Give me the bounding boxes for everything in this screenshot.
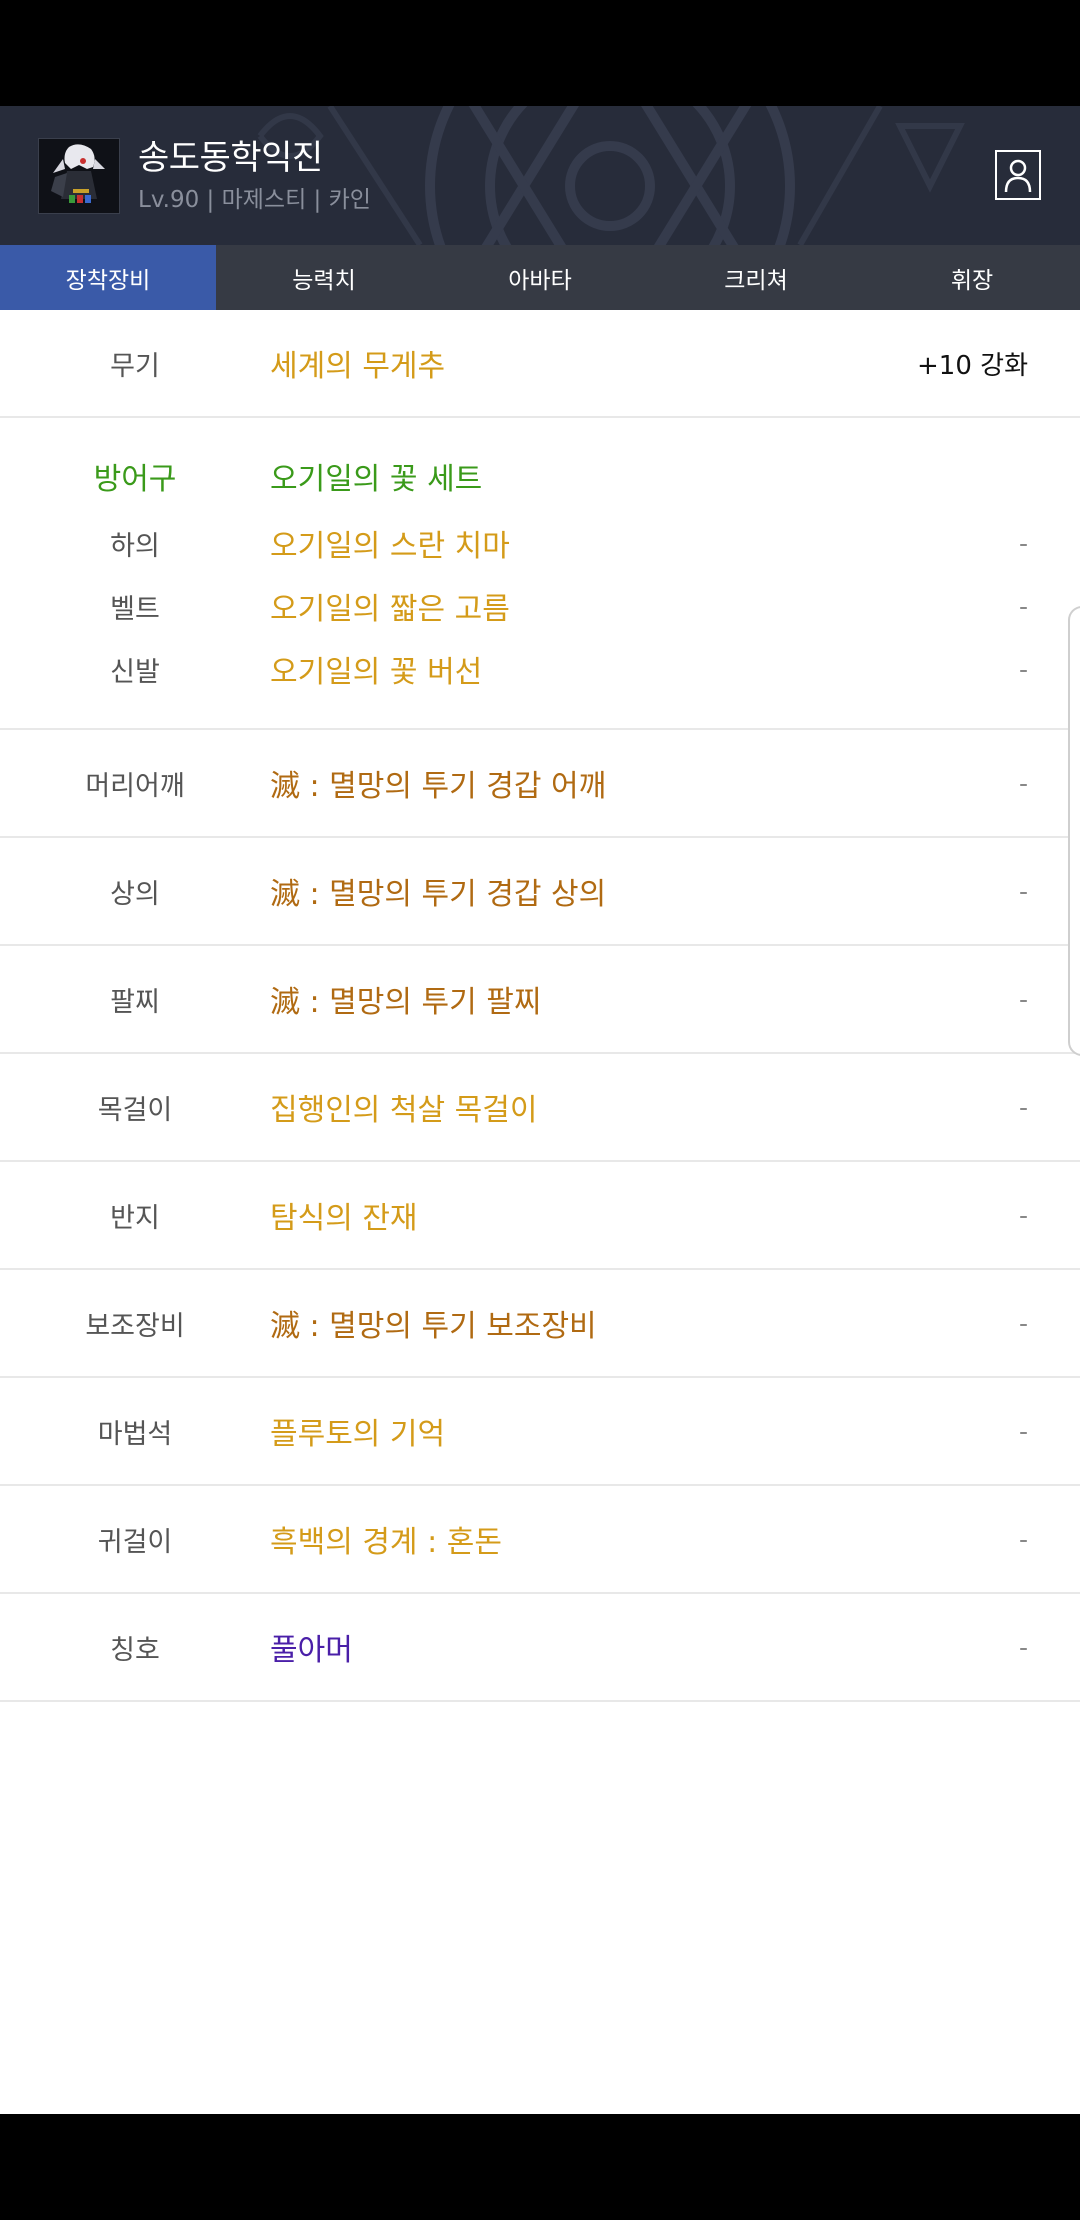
item-name: 滅 : 멸망의 투기 경갑 어깨 bbox=[270, 769, 607, 804]
item-value: - bbox=[1018, 1200, 1028, 1230]
tab-equipment[interactable]: 장착장비 bbox=[0, 245, 216, 310]
character-name: 송도동학익진 bbox=[138, 138, 323, 178]
equipment-row-ring[interactable]: 반지 탐식의 잔재 - bbox=[0, 1162, 1080, 1270]
slot-label: 벨트 bbox=[110, 593, 160, 625]
item-value: - bbox=[1018, 1524, 1028, 1554]
slot-label: 상의 bbox=[110, 878, 160, 910]
item-name: 오기일의 짧은 고름 bbox=[270, 592, 510, 627]
item-name: 세계의 무게추 bbox=[270, 349, 446, 384]
status-bar bbox=[0, 0, 1080, 106]
slot-label: 마법석 bbox=[97, 1418, 173, 1450]
tab-stats[interactable]: 능력치 bbox=[216, 245, 432, 310]
item-name: 집행인의 척살 목걸이 bbox=[270, 1093, 538, 1128]
armor-set-item: 벨트 오기일의 짧은 고름 - bbox=[0, 580, 1080, 632]
slot-label: 반지 bbox=[110, 1202, 160, 1234]
item-name: 滅 : 멸망의 투기 팔찌 bbox=[270, 985, 542, 1020]
equipment-row-bracelet[interactable]: 팔찌 滅 : 멸망의 투기 팔찌 - bbox=[0, 946, 1080, 1054]
app: 송도동학익진 Lv.90 | 마제스티 | 카인 장착장비 능력치 아바타 크리… bbox=[0, 106, 1080, 2114]
character-avatar bbox=[38, 138, 120, 214]
equipment-row-magic-stone[interactable]: 마법석 플루토의 기억 - bbox=[0, 1378, 1080, 1486]
item-value: - bbox=[1018, 591, 1028, 621]
armor-set-header: 방어구 오기일의 꽃 세트 bbox=[0, 448, 1080, 504]
set-name: 오기일의 꽃 세트 bbox=[270, 462, 483, 497]
item-name: 滅 : 멸망의 투기 경갑 상의 bbox=[270, 877, 607, 912]
enhancement-value: +10 강화 bbox=[917, 350, 1028, 381]
slot-label: 무기 bbox=[110, 350, 160, 382]
item-value: - bbox=[1018, 768, 1028, 798]
equipment-row-shoulder[interactable]: 머리어깨 滅 : 멸망의 투기 경갑 어깨 - bbox=[0, 730, 1080, 838]
character-level-class-server: Lv.90 | 마제스티 | 카인 bbox=[138, 187, 371, 213]
equipment-row-support[interactable]: 보조장비 滅 : 멸망의 투기 보조장비 - bbox=[0, 1270, 1080, 1378]
slot-label: 팔찌 bbox=[110, 986, 160, 1018]
tab-bar: 장착장비 능력치 아바타 크리쳐 휘장 bbox=[0, 245, 1080, 310]
profile-icon bbox=[1004, 159, 1032, 193]
equipment-row-title[interactable]: 칭호 풀아머 - bbox=[0, 1594, 1080, 1702]
tab-creature[interactable]: 크리쳐 bbox=[648, 245, 864, 310]
navigation-bar bbox=[0, 2114, 1080, 2220]
item-value: - bbox=[1018, 984, 1028, 1014]
slot-label: 보조장비 bbox=[85, 1310, 185, 1342]
item-name: 오기일의 꽃 버선 bbox=[270, 655, 483, 690]
slot-label: 머리어깨 bbox=[85, 770, 185, 802]
item-name: 오기일의 스란 치마 bbox=[270, 529, 510, 564]
slot-label: 방어구 bbox=[93, 462, 177, 497]
item-value: - bbox=[1018, 528, 1028, 558]
item-value: - bbox=[1018, 876, 1028, 906]
item-value: - bbox=[1018, 654, 1028, 684]
item-value: - bbox=[1018, 1416, 1028, 1446]
armor-set-item: 하의 오기일의 스란 치마 - bbox=[0, 517, 1080, 569]
edge-panel-handle[interactable] bbox=[1068, 606, 1080, 1056]
slot-label: 신발 bbox=[110, 656, 160, 688]
tab-emblem[interactable]: 휘장 bbox=[864, 245, 1080, 310]
equipment-list: 무기 세계의 무게추 +10 강화 방어구 오기일의 꽃 세트 하의 오기일의 … bbox=[0, 310, 1080, 1702]
equipment-row-weapon[interactable]: 무기 세계의 무게추 +10 강화 bbox=[0, 310, 1080, 418]
item-name: 흑백의 경계 : 혼돈 bbox=[270, 1525, 502, 1560]
equipment-row-top[interactable]: 상의 滅 : 멸망의 투기 경갑 상의 - bbox=[0, 838, 1080, 946]
item-name: 滅 : 멸망의 투기 보조장비 bbox=[270, 1309, 597, 1344]
item-name: 탐식의 잔재 bbox=[270, 1201, 418, 1236]
profile-button[interactable] bbox=[995, 150, 1041, 200]
item-value: - bbox=[1018, 1092, 1028, 1122]
equipment-row-necklace[interactable]: 목걸이 집행인의 척살 목걸이 - bbox=[0, 1054, 1080, 1162]
item-value: - bbox=[1018, 1308, 1028, 1338]
slot-label: 귀걸이 bbox=[97, 1526, 173, 1558]
slot-label: 하의 bbox=[110, 530, 160, 562]
item-name: 플루토의 기억 bbox=[270, 1417, 446, 1452]
armor-set-group[interactable]: 방어구 오기일의 꽃 세트 하의 오기일의 스란 치마 - 벨트 오기일의 짧은… bbox=[0, 418, 1080, 730]
slot-label: 목걸이 bbox=[97, 1094, 173, 1126]
item-value: - bbox=[1018, 1632, 1028, 1662]
tab-avatar[interactable]: 아바타 bbox=[432, 245, 648, 310]
equipment-row-earring[interactable]: 귀걸이 흑백의 경계 : 혼돈 - bbox=[0, 1486, 1080, 1594]
screen: 송도동학익진 Lv.90 | 마제스티 | 카인 장착장비 능력치 아바타 크리… bbox=[0, 0, 1080, 2220]
item-name: 풀아머 bbox=[270, 1633, 353, 1668]
character-header: 송도동학익진 Lv.90 | 마제스티 | 카인 bbox=[0, 106, 1080, 245]
armor-set-item: 신발 오기일의 꽃 버선 - bbox=[0, 643, 1080, 695]
slot-label: 칭호 bbox=[110, 1634, 160, 1666]
